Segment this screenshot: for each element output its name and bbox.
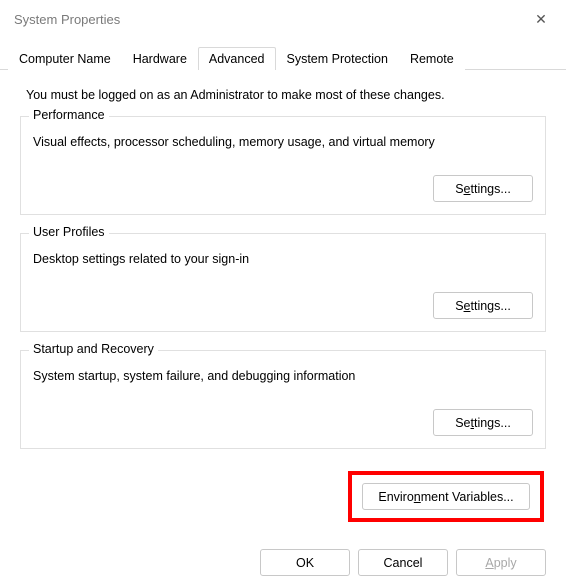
tab-computer-name[interactable]: Computer Name: [8, 47, 122, 70]
group-user-profiles: User Profiles Desktop settings related t…: [20, 233, 546, 332]
group-startup-recovery-desc: System startup, system failure, and debu…: [33, 369, 533, 383]
tab-content: You must be logged on as an Administrato…: [0, 70, 566, 541]
group-startup-recovery-actions: Settings...: [33, 409, 533, 436]
environment-variables-highlight: Environment Variables...: [348, 471, 544, 522]
tab-advanced[interactable]: Advanced: [198, 47, 276, 70]
apply-button[interactable]: Apply: [456, 549, 546, 576]
group-startup-recovery: Startup and Recovery System startup, sys…: [20, 350, 546, 449]
group-user-profiles-label: User Profiles: [29, 225, 109, 239]
window-title: System Properties: [14, 12, 120, 27]
admin-info-text: You must be logged on as an Administrato…: [26, 88, 540, 102]
group-performance: Performance Visual effects, processor sc…: [20, 116, 546, 215]
tab-remote[interactable]: Remote: [399, 47, 465, 70]
tab-hardware[interactable]: Hardware: [122, 47, 198, 70]
dialog-button-row: OK Cancel Apply: [0, 541, 566, 576]
cancel-button[interactable]: Cancel: [358, 549, 448, 576]
user-profiles-settings-button[interactable]: Settings...: [433, 292, 533, 319]
performance-settings-button[interactable]: Settings...: [433, 175, 533, 202]
group-performance-desc: Visual effects, processor scheduling, me…: [33, 135, 533, 149]
environment-variables-button[interactable]: Environment Variables...: [362, 483, 530, 510]
group-user-profiles-desc: Desktop settings related to your sign-in: [33, 252, 533, 266]
startup-recovery-settings-button[interactable]: Settings...: [433, 409, 533, 436]
group-performance-actions: Settings...: [33, 175, 533, 202]
environment-variables-row: Environment Variables...: [20, 471, 546, 522]
group-performance-label: Performance: [29, 108, 109, 122]
tab-system-protection[interactable]: System Protection: [276, 47, 399, 70]
titlebar: System Properties ✕: [0, 0, 566, 36]
group-startup-recovery-label: Startup and Recovery: [29, 342, 158, 356]
ok-button[interactable]: OK: [260, 549, 350, 576]
system-properties-window: System Properties ✕ Computer Name Hardwa…: [0, 0, 566, 576]
tabstrip: Computer Name Hardware Advanced System P…: [0, 46, 566, 70]
close-icon[interactable]: ✕: [530, 8, 552, 30]
group-user-profiles-actions: Settings...: [33, 292, 533, 319]
